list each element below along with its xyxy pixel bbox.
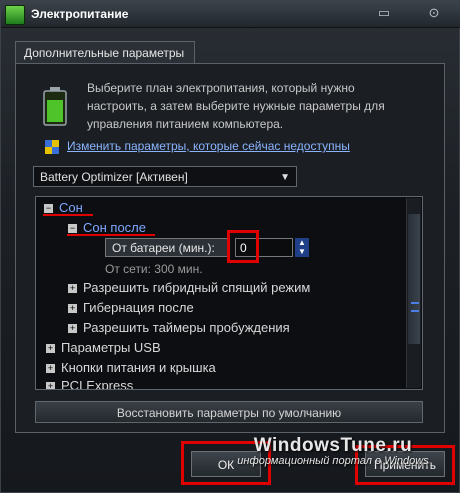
watermark-subtitle: информационный портал о Windows xyxy=(237,455,429,467)
shield-icon xyxy=(45,140,59,154)
collapse-icon[interactable]: − xyxy=(68,224,77,234)
battery-icon xyxy=(43,87,67,126)
window-title: Электропитание xyxy=(31,7,129,21)
settings-tree: − Сон − Сон после + Разрешить гибридный спя… xyxy=(35,196,423,390)
on-battery-label: От батареи (мин.): xyxy=(105,238,229,257)
tree-item-usb[interactable]: + Параметры USB xyxy=(46,339,161,357)
collapse-icon[interactable]: − xyxy=(44,204,53,214)
expand-icon[interactable]: + xyxy=(46,344,55,354)
tree-scrollbar[interactable] xyxy=(406,198,421,388)
tree-item-label: Кнопки питания и крышка xyxy=(61,360,216,375)
expand-icon[interactable]: + xyxy=(68,284,77,294)
expand-icon[interactable]: + xyxy=(68,324,77,334)
power-icon xyxy=(5,5,25,25)
restore-defaults-button[interactable]: Восстановить параметры по умолчанию xyxy=(35,401,423,423)
watermark: WindowsTune.ru информационный портал о W… xyxy=(223,435,443,479)
tree-item-power-buttons[interactable]: + Кнопки питания и крышка xyxy=(46,359,216,377)
tree-item-hibernate[interactable]: + Гибернация после xyxy=(68,299,194,317)
tree-item-label: Разрешить гибридный спящий режим xyxy=(83,280,311,295)
tree-item-label: Параметры USB xyxy=(61,340,161,355)
restore-icon[interactable]: ▭ xyxy=(369,3,399,23)
tree-item-label: PCI Express xyxy=(61,378,134,390)
grip-icon xyxy=(411,302,419,312)
highlight-underline xyxy=(67,234,155,236)
watermark-title: WindowsTune.ru xyxy=(253,435,413,456)
tree-item-hybrid-sleep[interactable]: + Разрешить гибридный спящий режим xyxy=(68,279,310,297)
intro-description: Выберите план электропитания, который ну… xyxy=(87,81,385,131)
tree-item-wake-timers[interactable]: + Разрешить таймеры пробуждения xyxy=(68,319,290,337)
help-icon[interactable]: ⊙ xyxy=(419,3,449,23)
spinner-arrows-icon[interactable]: ▲ ▼ xyxy=(295,238,309,257)
expand-icon[interactable]: + xyxy=(46,382,55,389)
change-unavailable-settings-link[interactable]: Изменить параметры, которые сейчас недос… xyxy=(67,139,350,153)
tree-item-label: Гибернация после xyxy=(83,300,194,315)
tree-item-label: Разрешить таймеры пробуждения xyxy=(83,320,290,335)
expand-icon[interactable]: + xyxy=(68,304,77,314)
scroll-thumb[interactable] xyxy=(408,214,420,344)
tree-item-label: Сон после xyxy=(83,220,146,235)
tree-item-pci-express[interactable]: + PCI Express xyxy=(46,377,134,390)
power-plan-value: Battery Optimizer [Активен] xyxy=(40,170,188,184)
highlight-underline xyxy=(43,214,93,216)
chevron-down-icon: ▼ xyxy=(280,172,290,183)
tab-advanced-settings[interactable]: Дополнительные параметры xyxy=(15,41,195,63)
expand-icon[interactable]: + xyxy=(46,364,55,374)
power-options-window: Электропитание ▭ ⊙ Дополнительные параме… xyxy=(0,0,460,493)
tree-item-label: Сон xyxy=(59,200,83,215)
on-ac-label: От сети: 300 мин. xyxy=(105,262,203,276)
highlight-box xyxy=(227,230,259,263)
power-plan-select[interactable]: Battery Optimizer [Активен] ▼ xyxy=(33,166,297,187)
title-bar: Электропитание ▭ ⊙ xyxy=(1,1,460,28)
